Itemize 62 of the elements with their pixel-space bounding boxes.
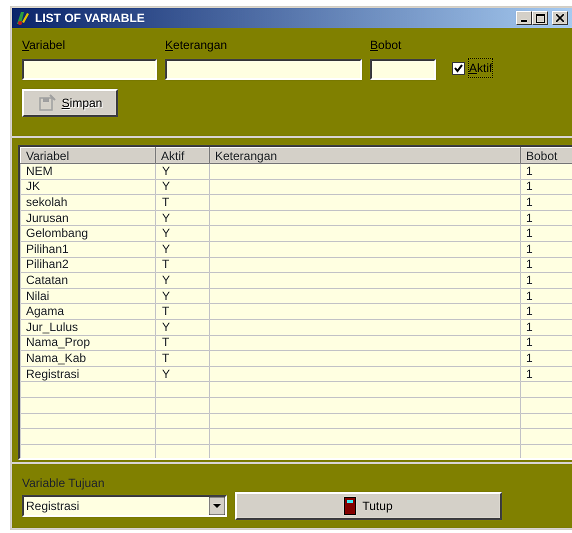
table-cell: 1 (520, 304, 572, 320)
table-cell: NEM (20, 164, 156, 180)
close-button[interactable] (552, 11, 568, 25)
close-icon (556, 14, 564, 22)
table-cell: T (156, 194, 210, 210)
table-cell: 1 (520, 272, 572, 288)
target-dropdown[interactable]: Registrasi (22, 495, 227, 517)
table-cell: Y (156, 241, 210, 258)
table-cell: Nilai (20, 288, 156, 304)
column-header[interactable]: Bobot (520, 148, 572, 164)
table-cell: 1 (520, 226, 572, 242)
close-window-button[interactable]: Tutup (235, 492, 502, 520)
table-cell: Y (156, 288, 210, 304)
table-cell: T (156, 350, 210, 366)
keterangan-field[interactable] (165, 59, 362, 80)
column-header[interactable]: Aktif (156, 148, 210, 164)
table-cell: Jurusan (20, 210, 156, 226)
aktif-label: Aktif (469, 59, 492, 77)
table-cell: Y (156, 164, 210, 180)
variabel-label: Variabel (22, 37, 66, 54)
table-cell: 1 (520, 194, 572, 210)
table-cell: Y (156, 319, 210, 336)
app-icon (15, 10, 31, 26)
window-title: LIST OF VARIABLE (35, 10, 145, 27)
table-cell: Nama_Prop (20, 335, 156, 351)
table-cell: 1 (520, 164, 572, 180)
table-cell: Gelombang (20, 226, 156, 242)
target-label: Variable Tujuan (22, 475, 106, 492)
column-header[interactable]: Keterangan (210, 148, 520, 164)
table-cell: JK (20, 179, 156, 195)
table-cell: Nama_Kab (20, 350, 156, 366)
variabel-field[interactable] (22, 59, 157, 80)
table-cell: 1 (520, 179, 572, 195)
table-cell: Y (156, 366, 210, 382)
table-cell: T (156, 335, 210, 351)
keterangan-label: Keterangan (165, 37, 228, 54)
minimize-button[interactable] (516, 11, 532, 25)
save-icon (38, 94, 56, 112)
table-cell: T (156, 257, 210, 273)
table-cell: Y (156, 210, 210, 226)
table-cell: Y (156, 179, 210, 195)
dropdown-arrow-icon (209, 497, 225, 515)
bobot-field[interactable] (370, 59, 436, 80)
maximize-icon (536, 14, 544, 22)
table-cell: Registrasi (20, 366, 156, 382)
table-cell: 1 (520, 350, 572, 366)
table-cell: 1 (520, 335, 572, 351)
aktif-checkbox[interactable] (452, 62, 465, 74)
table-cell: Pilihan2 (20, 257, 156, 273)
column-header[interactable]: Variabel (20, 148, 156, 164)
table-cell: Y (156, 226, 210, 242)
table-cell: Y (156, 272, 210, 288)
table-cell: sekolah (20, 194, 156, 210)
door-icon (344, 497, 356, 515)
bobot-label: Bobot (370, 37, 402, 54)
table-cell: 1 (520, 257, 572, 273)
maximize-button[interactable] (532, 11, 548, 25)
table-cell: Jur_Lulus (20, 319, 156, 336)
table-cell: Pilihan1 (20, 241, 156, 258)
table-cell: Catatan (20, 272, 156, 288)
table-cell: T (156, 304, 210, 320)
table-cell: Agama (20, 304, 156, 320)
